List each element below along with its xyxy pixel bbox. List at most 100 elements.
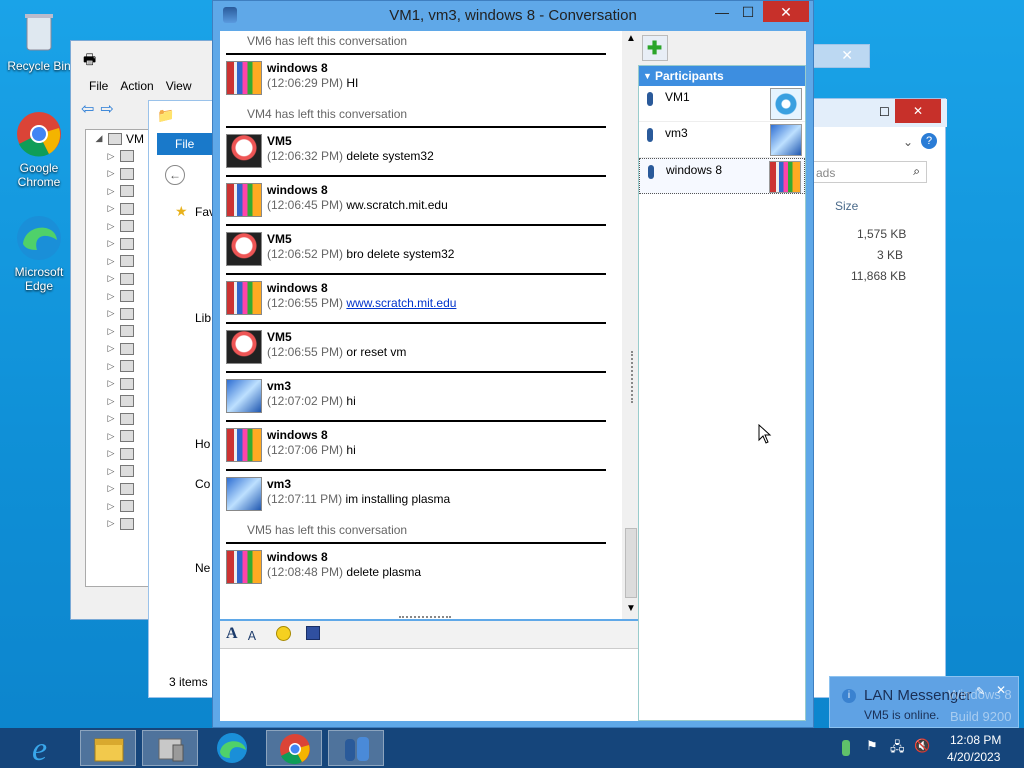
clock-date[interactable]: 4/20/2023 xyxy=(947,750,1000,764)
search-icon[interactable]: ⌕ xyxy=(913,164,920,179)
file-explorer-window[interactable]: 📁 File ← ★ Fav Lib Ho Co Ne 3 items xyxy=(148,100,221,698)
forward-arrow-icon[interactable]: ⇨ xyxy=(100,99,113,121)
expand-icon[interactable]: ▷ xyxy=(106,448,116,459)
taskbar-edge[interactable] xyxy=(204,730,260,766)
device-icon xyxy=(120,342,134,355)
background-window-right[interactable]: ✕ xyxy=(812,44,870,68)
expand-icon[interactable]: ▷ xyxy=(106,186,116,197)
expand-icon[interactable]: ▷ xyxy=(106,396,116,407)
add-participant-icon[interactable]: ✚ xyxy=(642,35,668,61)
expand-icon[interactable]: ▷ xyxy=(106,256,116,267)
device-icon xyxy=(120,150,134,163)
close-icon[interactable]: ✕ xyxy=(841,47,853,64)
participants-toolbar: ✚ xyxy=(638,31,806,65)
expand-icon[interactable]: ▷ xyxy=(106,501,116,512)
taskbar-device-manager[interactable] xyxy=(142,730,198,766)
size-column-header[interactable]: Size xyxy=(835,199,858,213)
participant-item[interactable]: windows 8 xyxy=(639,158,805,194)
scroll-thumb[interactable] xyxy=(625,528,637,598)
expand-icon[interactable]: ▷ xyxy=(106,168,116,179)
device-icon xyxy=(120,325,134,338)
device-icon xyxy=(120,395,134,408)
participants-pane[interactable]: ▼ Participants VM1 vm3 windows 8 xyxy=(638,65,806,721)
message-input[interactable] xyxy=(220,649,642,721)
help-icon[interactable]: ? xyxy=(921,133,937,149)
chat-message: windows 8 (12:06:55 PM) www.scratch.mit.e… xyxy=(226,273,606,322)
back-arrow-icon[interactable]: ⇦ xyxy=(81,99,94,121)
desktop-icon-chrome[interactable]: Google Chrome xyxy=(4,110,74,189)
network-icon[interactable]: 🖧 xyxy=(890,738,905,760)
clock-time[interactable]: 12:08 PM xyxy=(950,733,1001,747)
nav-computer[interactable]: Co xyxy=(195,477,210,491)
taskbar-explorer[interactable] xyxy=(80,730,136,766)
expand-icon[interactable]: ▷ xyxy=(106,343,116,354)
message-link[interactable]: www.scratch.mit.edu xyxy=(346,296,456,310)
expand-icon[interactable]: ▷ xyxy=(106,413,116,424)
expand-icon[interactable]: ▷ xyxy=(106,308,116,319)
expand-icon[interactable]: ▷ xyxy=(106,518,116,529)
expand-icon[interactable]: ▷ xyxy=(106,291,116,302)
vertical-splitter-grip[interactable] xyxy=(631,351,635,403)
tree-root-label[interactable]: VM xyxy=(126,132,144,146)
avatar xyxy=(226,550,262,584)
device-icon xyxy=(120,185,134,198)
search-input[interactable]: ads ⌕ xyxy=(813,161,927,183)
expand-icon[interactable]: ▷ xyxy=(106,151,116,162)
expand-icon[interactable]: ▷ xyxy=(106,221,116,232)
volume-muted-icon[interactable]: 🔇 xyxy=(914,738,930,754)
conversation-window[interactable]: VM1, vm3, windows 8 - Conversation — ☐ ✕… xyxy=(212,0,814,728)
sender-name: windows 8 xyxy=(267,61,328,75)
expand-icon[interactable]: ▷ xyxy=(106,203,116,214)
message-timestamp: (12:06:52 PM) xyxy=(267,247,344,261)
chat-history[interactable]: VM6 has left this conversation windows 8(… xyxy=(220,31,642,619)
desktop-icon-edge[interactable]: Microsoft Edge xyxy=(4,214,74,293)
internet-explorer-icon: e xyxy=(32,731,47,768)
message-text: im installing plasma xyxy=(345,492,451,506)
menu-action[interactable]: Action xyxy=(120,79,153,93)
sender-name: windows 8 xyxy=(267,281,328,295)
font-color-icon[interactable]: Ａ xyxy=(246,627,258,644)
taskbar-lan-messenger[interactable] xyxy=(328,730,384,766)
menu-view[interactable]: View xyxy=(166,79,192,93)
taskbar-chrome[interactable] xyxy=(266,730,322,766)
flag-icon[interactable]: ⚑ xyxy=(866,738,878,754)
menu-file[interactable]: File xyxy=(89,79,108,93)
desktop-icon-recycle-bin[interactable]: Recycle Bin xyxy=(4,8,74,73)
save-icon[interactable] xyxy=(306,626,320,640)
expand-icon[interactable]: ▷ xyxy=(106,273,116,284)
device-icon xyxy=(120,290,134,303)
splitter-grip[interactable] xyxy=(399,616,451,620)
maximize-button[interactable]: ☐ xyxy=(733,1,763,23)
status-icon xyxy=(647,92,653,106)
font-icon[interactable]: A xyxy=(226,625,238,643)
expand-icon[interactable]: ▷ xyxy=(106,466,116,477)
expand-icon[interactable]: ▷ xyxy=(106,326,116,337)
status-icon xyxy=(648,165,654,179)
expand-icon[interactable]: ▷ xyxy=(106,378,116,389)
message-timestamp: (12:06:29 PM) xyxy=(267,76,344,90)
explorer-window-right[interactable]: ☐ ✕ ⌄ ? ads ⌕ Size 1,575 KB 3 KB 11,868 … xyxy=(812,98,947,698)
maximize-icon[interactable]: ☐ xyxy=(879,105,890,119)
nav-network[interactable]: Ne xyxy=(195,561,210,575)
close-button[interactable]: ✕ xyxy=(763,1,809,22)
scroll-down-icon[interactable]: ▼ xyxy=(626,603,636,614)
expand-icon[interactable]: ▷ xyxy=(106,238,116,249)
expand-icon[interactable]: ▷ xyxy=(106,483,116,494)
expand-icon[interactable]: ▷ xyxy=(106,431,116,442)
close-button[interactable]: ✕ xyxy=(895,99,941,123)
taskbar-ie[interactable]: e xyxy=(18,730,74,768)
emoticon-icon[interactable] xyxy=(276,626,291,641)
chevron-down-icon[interactable]: ⌄ xyxy=(903,135,913,149)
message-text: HI xyxy=(346,76,359,90)
participant-item[interactable]: vm3 xyxy=(639,122,805,158)
scroll-up-icon[interactable]: ▲ xyxy=(626,33,636,44)
collapse-triangle-icon[interactable]: ▼ xyxy=(643,66,652,86)
lan-messenger-notification[interactable]: i LAN Messenger VM5 is online. ✎ ✕ Windo… xyxy=(829,676,1019,728)
nav-homegroup[interactable]: Ho xyxy=(195,437,210,451)
back-button[interactable]: ← xyxy=(165,165,185,185)
participant-item[interactable]: VM1 xyxy=(639,86,805,122)
expand-icon[interactable]: ▷ xyxy=(106,361,116,372)
participants-header[interactable]: ▼ Participants xyxy=(639,66,805,86)
nav-libraries[interactable]: Lib xyxy=(195,311,211,325)
tray-messenger-icon[interactable] xyxy=(842,740,850,756)
